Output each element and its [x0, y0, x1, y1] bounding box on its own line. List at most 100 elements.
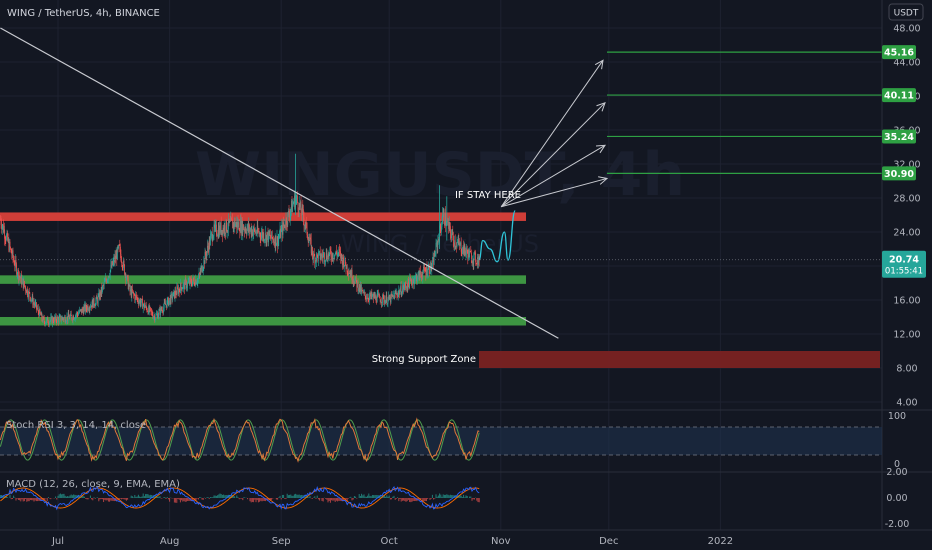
macd-hist-bar — [470, 496, 472, 498]
candle-body — [303, 209, 304, 219]
candle-body — [241, 220, 243, 234]
candle-body — [380, 301, 382, 303]
macd-hist-bar — [109, 498, 111, 502]
candle-body — [452, 231, 454, 236]
candle-body — [324, 253, 325, 262]
candle-body — [378, 293, 379, 295]
candle-body — [370, 292, 372, 297]
candle-body — [37, 307, 38, 309]
macd-hist-bar — [208, 498, 210, 499]
candle-body — [150, 308, 152, 312]
price-tick-9: 12.00 — [893, 330, 920, 341]
candle-body — [132, 289, 133, 293]
candle-body — [423, 266, 424, 273]
price-chart[interactable]: WINGUSDT, 4h WING / TetherUS IF STAY HER… — [0, 0, 932, 550]
macd-hist-bar — [256, 498, 258, 501]
macd-hist-bar — [140, 496, 142, 498]
candle-body — [22, 278, 24, 288]
candle-body — [46, 317, 48, 319]
candle-body — [307, 238, 309, 243]
candle-body — [107, 279, 109, 281]
candle-body — [321, 254, 322, 258]
candle-body — [232, 222, 234, 229]
candle-body — [235, 221, 237, 225]
candle-body — [17, 269, 19, 275]
macd-hist-bar — [365, 496, 367, 498]
macd-hist-bar — [202, 498, 204, 500]
candle-body — [331, 253, 333, 260]
macd-hist-bar — [59, 493, 61, 498]
macd-hist-bar — [476, 498, 478, 501]
candle-body — [371, 292, 373, 297]
candle-body — [417, 273, 419, 279]
if-stay-here-label: IF STAY HERE — [455, 190, 521, 201]
candle-body — [205, 251, 206, 256]
candle-body — [409, 277, 411, 281]
candle-body — [247, 224, 248, 229]
macd-hist-bar — [345, 498, 347, 500]
rsi-tick-0: 100 — [888, 411, 906, 422]
candle-body — [309, 240, 310, 242]
chart-background — [0, 0, 932, 550]
candle-body — [301, 206, 303, 216]
candle-body — [23, 281, 25, 288]
candle-body — [14, 264, 16, 267]
rsi-label: Stoch RSI 3, 3, 14, 14, close — [6, 420, 146, 431]
macd-hist-bar — [296, 494, 298, 498]
candle-body — [159, 308, 161, 315]
candle-body — [313, 253, 314, 259]
macd-hist-bar — [321, 498, 323, 501]
macd-hist-bar — [143, 496, 145, 498]
candle-body — [348, 272, 350, 275]
candle-body — [368, 299, 370, 301]
candle-body — [72, 319, 73, 321]
candle-body — [283, 224, 285, 226]
candle-body — [468, 249, 470, 258]
macd-hist-bar — [261, 498, 263, 502]
candle-body — [275, 235, 277, 246]
macd-hist-bar — [331, 498, 333, 501]
candle-body — [1, 224, 2, 230]
candle-body — [165, 302, 166, 305]
candle-body — [114, 258, 115, 263]
candle-body — [236, 221, 238, 228]
candle-body — [445, 213, 446, 226]
candle-body — [475, 252, 476, 262]
macd-hist-bar — [37, 498, 39, 502]
macd-hist-bar — [83, 496, 85, 498]
macd-hist-bar — [356, 498, 358, 499]
candle-body — [310, 237, 311, 240]
candle-body — [161, 309, 163, 311]
candle-body — [244, 228, 246, 231]
macd-hist-bar — [281, 494, 283, 498]
macd-hist-bar — [63, 493, 65, 498]
macd-hist-bar — [322, 498, 324, 502]
candle-body — [87, 306, 89, 311]
candle-body — [184, 279, 186, 290]
candle-body — [191, 283, 193, 286]
candle-body — [69, 316, 71, 320]
macd-hist-bar — [257, 498, 259, 503]
candle-body — [12, 250, 14, 258]
candle-body — [397, 292, 399, 297]
candle-body — [136, 298, 138, 299]
candle-body — [20, 274, 22, 279]
candle-body — [388, 295, 390, 300]
macd-hist-bar — [295, 493, 297, 498]
macd-hist-bar — [368, 493, 370, 498]
time-label-6: 2022 — [708, 536, 733, 547]
candle-body — [442, 209, 444, 215]
candle-body — [101, 286, 103, 292]
macd-hist-bar — [375, 494, 377, 498]
candle-body — [207, 245, 209, 248]
candle-body — [419, 270, 421, 280]
candle-body — [66, 321, 67, 323]
candle-body — [96, 296, 97, 301]
macd-hist-bar — [125, 498, 127, 501]
candle-body — [229, 220, 230, 223]
candle-body — [29, 292, 31, 298]
macd-hist-bar — [157, 496, 159, 498]
candle-body — [33, 302, 35, 304]
macd-hist-bar — [70, 494, 72, 498]
macd-hist-bar — [185, 498, 187, 502]
